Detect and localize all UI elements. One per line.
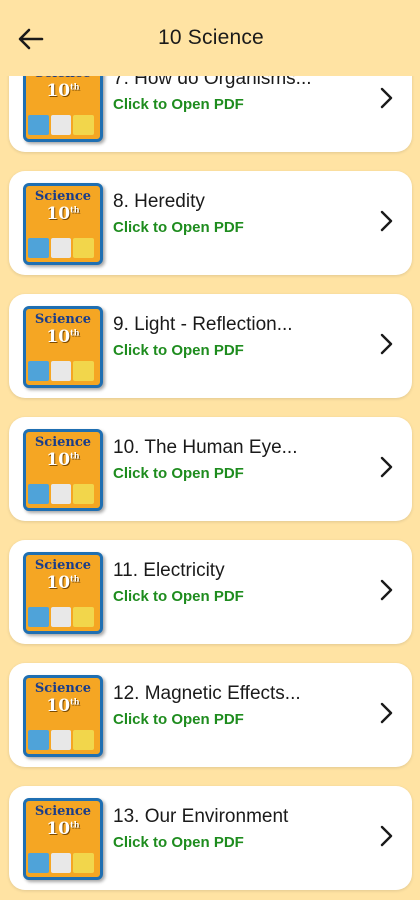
book-cover-thumbnail: Science 10th [23, 798, 103, 880]
thumbnail-grade: 10th [46, 696, 80, 716]
open-pdf-label: Click to Open PDF [113, 96, 244, 113]
open-pdf-label: Click to Open PDF [113, 465, 244, 482]
chapter-list[interactable]: Science 10th 7. How do Organisms... Clic… [0, 0, 420, 900]
chevron-right-icon [376, 576, 398, 604]
chapter-title: 11. Electricity [113, 560, 225, 581]
chapter-title: 13. Our Environment [113, 806, 289, 827]
book-cover-thumbnail: Science 10th [23, 675, 103, 757]
open-pdf-label: Click to Open PDF [113, 219, 244, 236]
thumbnail-grade: 10th [46, 204, 80, 224]
chevron-right-icon [376, 330, 398, 358]
chapter-title: 12. Magnetic Effects... [113, 683, 301, 704]
chapter-card[interactable]: Science 10th 13. Our Environment Click t… [9, 786, 412, 890]
thumbnail-word: Science [34, 804, 92, 819]
chapter-card[interactable]: Science 10th 10. The Human Eye... Click … [9, 417, 412, 521]
thumbnail-word: Science [34, 681, 92, 696]
chevron-right-icon [376, 453, 398, 481]
thumbnail-grade: 10th [46, 573, 80, 593]
book-cover-thumbnail: Science 10th [23, 429, 103, 511]
page-title: 10 Science [158, 26, 264, 49]
chapter-card[interactable]: Science 10th 9. Light - Reflection... Cl… [9, 294, 412, 398]
chapter-card[interactable]: Science 10th 8. Heredity Click to Open P… [9, 171, 412, 275]
chevron-right-icon [376, 699, 398, 727]
thumbnail-word: Science [34, 312, 92, 327]
arrow-left-icon [18, 28, 44, 50]
book-cover-thumbnail: Science 10th [23, 306, 103, 388]
chevron-right-icon [376, 822, 398, 850]
app-bar: 10 Science [0, 0, 420, 76]
thumbnail-grade: 10th [46, 81, 80, 101]
chapter-card[interactable]: Science 10th 12. Magnetic Effects... Cli… [9, 663, 412, 767]
open-pdf-label: Click to Open PDF [113, 711, 244, 728]
chevron-right-icon [376, 84, 398, 112]
thumbnail-word: Science [34, 189, 92, 204]
thumbnail-grade: 10th [46, 819, 80, 839]
book-cover-thumbnail: Science 10th [23, 552, 103, 634]
book-cover-thumbnail: Science 10th [23, 183, 103, 265]
back-button[interactable] [14, 22, 48, 56]
thumbnail-grade: 10th [46, 450, 80, 470]
chapter-title: 10. The Human Eye... [113, 437, 298, 458]
chapter-title: 9. Light - Reflection... [113, 314, 293, 335]
open-pdf-label: Click to Open PDF [113, 342, 244, 359]
thumbnail-word: Science [34, 435, 92, 450]
chapter-title: 8. Heredity [113, 191, 205, 212]
thumbnail-word: Science [34, 558, 92, 573]
chevron-right-icon [376, 207, 398, 235]
open-pdf-label: Click to Open PDF [113, 834, 244, 851]
chapter-card[interactable]: Science 10th 11. Electricity Click to Op… [9, 540, 412, 644]
open-pdf-label: Click to Open PDF [113, 588, 244, 605]
thumbnail-grade: 10th [46, 327, 80, 347]
